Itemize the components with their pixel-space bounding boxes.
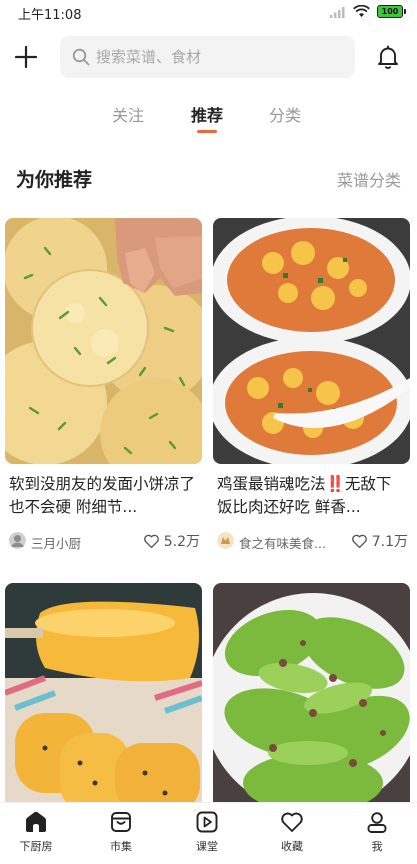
like-count-value: 5.2万 — [163, 534, 200, 550]
nav-favorites-label: 收藏 — [281, 840, 303, 853]
recipe-card[interactable]: 软到没朋友的发面小饼凉了也不会硬 附细节... 三月小厨 5.2万 — [5, 218, 202, 551]
wifi-icon — [353, 5, 370, 17]
recipe-category-link[interactable]: 菜谱分类 — [337, 167, 401, 191]
recipe-photo-pancakes[interactable] — [5, 218, 202, 464]
tab-recommend[interactable]: 推荐 — [177, 102, 237, 126]
status-time: 上午11:08 — [18, 8, 82, 23]
nav-favorites[interactable]: 收藏 — [257, 809, 327, 854]
avatar[interactable] — [217, 532, 234, 549]
section-title: 为你推荐 — [16, 169, 93, 191]
heart-icon — [281, 812, 303, 832]
status-icons: 100 — [330, 5, 406, 18]
nav-home[interactable]: 下厨房 — [1, 809, 71, 854]
heart-icon — [143, 534, 159, 548]
like-count-value: 7.1万 — [371, 534, 408, 550]
recipe-photo-egg[interactable] — [213, 218, 410, 464]
home-icon — [26, 811, 46, 832]
author-name[interactable]: 食之有味美食... — [239, 533, 335, 552]
nav-classroom[interactable]: 课堂 — [172, 809, 242, 854]
search-bar[interactable] — [60, 36, 355, 78]
feed-tabs: 关注 推荐 分类 — [0, 96, 417, 136]
play-icon — [196, 811, 218, 833]
battery-level: 100 — [381, 7, 399, 16]
recipe-meta: 三月小厨 5.2万 — [5, 531, 202, 551]
recipe-title: 软到没朋友的发面小饼凉了也不会硬 附细节... — [9, 475, 196, 516]
double-exclamation-icon: ‼️ — [325, 475, 345, 493]
nav-market-label: 市集 — [110, 840, 132, 853]
author-name[interactable]: 三月小厨 — [31, 533, 127, 552]
nav-me[interactable]: 我 — [342, 809, 412, 854]
market-icon — [111, 812, 131, 832]
avatar[interactable] — [9, 532, 26, 549]
notification-bell-icon[interactable] — [375, 44, 401, 70]
recipe-card[interactable] — [213, 583, 410, 813]
recipe-meta: 食之有味美食... 7.1万 — [213, 531, 410, 551]
pancake-image — [5, 218, 202, 464]
tab-follow[interactable]: 关注 — [98, 102, 158, 126]
nav-me-label: 我 — [371, 840, 383, 853]
lettuce-image — [213, 583, 410, 813]
recipe-title-start: 鸡蛋最销魂吃法 — [217, 475, 326, 493]
status-bar: 上午11:08 100 — [0, 0, 417, 26]
active-tab-indicator — [197, 130, 217, 133]
battery-icon: 100 — [377, 5, 406, 18]
recipe-title: 鸡蛋最销魂吃法‼️无敌下饭比肉还好吃 鲜香... — [213, 473, 410, 519]
nav-home-label: 下厨房 — [19, 840, 53, 853]
recipe-photo-lettuce[interactable] — [213, 583, 410, 813]
like-count[interactable]: 7.1万 — [351, 531, 408, 551]
egg-dish-image — [213, 218, 410, 464]
bottom-navigation: 下厨房 市集 课堂 收藏 我 — [0, 802, 417, 864]
recipe-photo-popsicle[interactable] — [5, 583, 202, 813]
nav-market[interactable]: 市集 — [86, 809, 156, 854]
top-bar — [0, 34, 417, 80]
heart-icon — [351, 534, 367, 548]
search-icon — [72, 48, 90, 66]
section-header: 为你推荐 菜谱分类 — [0, 162, 417, 194]
user-icon — [367, 812, 387, 833]
like-count[interactable]: 5.2万 — [143, 531, 200, 551]
popsicle-image — [5, 583, 202, 813]
add-button[interactable] — [12, 43, 40, 71]
nav-classroom-label: 课堂 — [196, 840, 218, 853]
search-input[interactable] — [96, 48, 326, 66]
recipe-card[interactable] — [5, 583, 202, 813]
signal-icon — [330, 6, 345, 18]
recipe-card[interactable]: 鸡蛋最销魂吃法‼️无敌下饭比肉还好吃 鲜香... 食之有味美食... 7.1万 — [213, 218, 410, 551]
tab-category[interactable]: 分类 — [255, 102, 315, 126]
